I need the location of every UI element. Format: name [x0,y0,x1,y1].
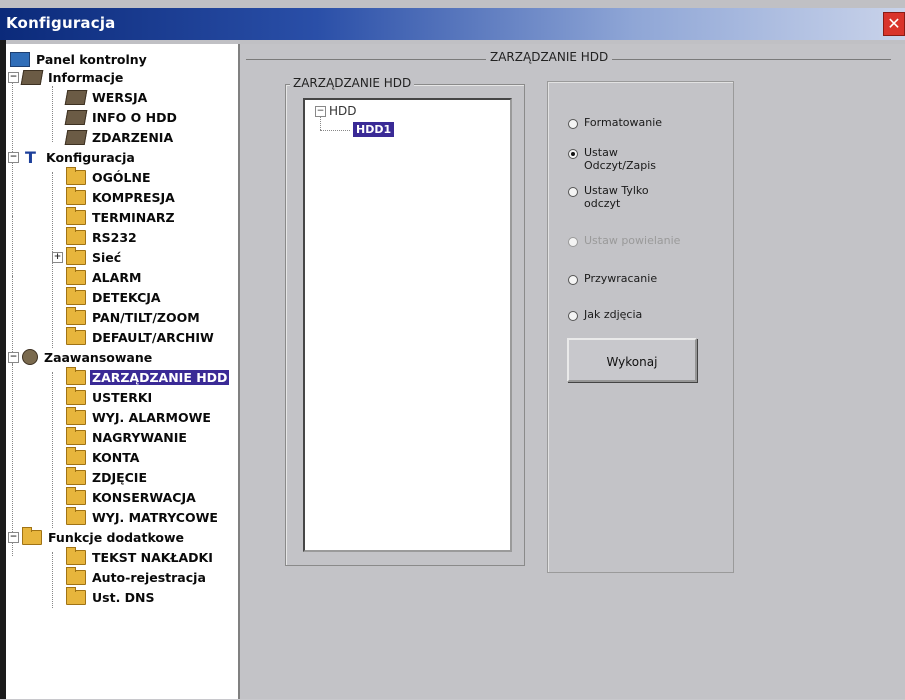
folder-icon [66,366,86,385]
folder-icon [66,586,86,605]
radio-ustaw-tylko-odczyt[interactable]: Ustaw Tylko odczyt [568,184,649,210]
collapse-expander[interactable]: − [8,151,19,163]
hdd-tree: − HDD HDD1 [303,98,512,552]
tree-item-terminarz[interactable]: TERMINARZ [66,206,177,226]
collapse-expander[interactable]: − [8,71,19,83]
tree-item-alarm[interactable]: ALARM [66,266,143,286]
radio-ustaw-powielanie: Ustaw powielanie [568,234,680,247]
folder-icon [66,506,86,525]
collapse-expander[interactable]: − [315,105,326,117]
tree-item-ust-dns[interactable]: Ust. DNS [66,586,157,606]
close-button[interactable]: ✕ [883,12,905,36]
tree-item-detekcja[interactable]: DETEKCJA [66,286,163,306]
folder-icon [66,206,86,225]
notes-icon [64,89,88,105]
folder-icon [66,246,86,265]
tree-item-usterki[interactable]: USTERKI [66,386,154,406]
radio-icon [568,275,578,285]
tree-item-rs232[interactable]: RS232 [66,226,139,246]
tree-item-zdarzenia[interactable]: ZDARZENIA [64,128,175,146]
folder-icon [66,186,86,205]
radio-icon [568,237,578,247]
collapse-expander[interactable]: − [8,351,19,363]
notes-icon [64,109,88,125]
folder-icon [22,526,42,545]
folder-icon [66,226,86,245]
folder-icon [66,286,86,305]
tree-root-panel-kontrolny[interactable]: Panel kontrolny [10,50,149,68]
folder-icon [66,166,86,185]
main-panel: ZARZĄDZANIE HDD ZARZĄDZANIE HDD − HDD HD… [240,44,905,699]
radio-label: Ustaw Tylko odczyt [584,184,649,210]
tree-node-informacje[interactable]: − Informacje [8,68,125,86]
tree-item-ogolne[interactable]: OGÓLNE [66,166,152,186]
folder-icon [66,566,86,585]
notes-icon [20,69,44,85]
tree-item-konserwacja[interactable]: KONSERWACJA [66,486,198,506]
tree-item-default-archiw[interactable]: DEFAULT/ARCHIW [66,326,216,346]
tree-item-info-o-hdd[interactable]: INFO O HDD [64,108,179,126]
notes-icon [64,129,88,145]
tree-item-nagrywanie[interactable]: NAGRYWANIE [66,426,189,446]
folder-icon [66,546,86,565]
tree-node-funkcje-dodatkowe[interactable]: − Funkcje dodatkowe [8,526,186,546]
hdd-tree-item-hdd1[interactable]: HDD1 [353,122,395,137]
tools-icon [22,148,40,167]
tree-item-pan-tilt-zoom[interactable]: PAN/TILT/ZOOM [66,306,202,326]
collapse-expander[interactable]: − [8,531,19,543]
folder-icon [66,406,86,425]
folder-icon [66,426,86,445]
radio-icon [568,311,578,321]
tree-node-konfiguracja[interactable]: − Konfiguracja [8,148,137,167]
gears-icon [22,349,38,365]
radio-icon [568,149,578,159]
radio-jak-zdjecia[interactable]: Jak zdjęcia [568,308,642,321]
tree-item-wersja[interactable]: WERSJA [64,88,149,106]
tree-item-zdjecie[interactable]: ZDJĘCIE [66,466,149,486]
folder-icon [66,466,86,485]
expand-expander[interactable]: + [52,251,63,263]
radio-label: Przywracanie [584,272,658,285]
tree-item-zarzadzanie-hdd[interactable]: ZARZĄDZANIE HDD [66,366,230,386]
navigation-tree: Panel kontrolny − Informacje WERSJA INFO… [6,44,240,699]
radio-przywracanie[interactable]: Przywracanie [568,272,657,285]
title-bar: Konfiguracja ✕ [0,8,905,40]
tree-item-siec[interactable]: + Sieć [52,246,123,266]
tree-node-zaawansowane[interactable]: − Zaawansowane [8,348,154,366]
hdd-root-label: HDD [329,104,357,118]
folder-icon [66,306,86,325]
execute-button[interactable]: Wykonaj [567,338,697,382]
tree-item-auto-rejestracja[interactable]: Auto-rejestracja [66,566,208,586]
folder-icon [66,446,86,465]
hdd-tree-root[interactable]: − HDD [315,104,357,118]
radio-label: Formatowanie [584,116,663,129]
tree-item-konta[interactable]: KONTA [66,446,141,466]
tree-item-wyj-matrycowe[interactable]: WYJ. MATRYCOWE [66,506,220,526]
window-title: Konfiguracja [6,14,116,32]
tree-item-wyj-alarmowe[interactable]: WYJ. ALARMOWE [66,406,213,426]
page-title: ZARZĄDZANIE HDD [486,50,613,64]
radio-icon [568,187,578,197]
config-window: Konfiguracja ✕ Panel kontrolny − Informa… [0,0,905,699]
folder-icon [66,326,86,345]
monitor-icon [10,51,30,67]
radio-icon [568,119,578,129]
radio-label: Ustaw Odczyt/Zapis [584,146,657,172]
folder-icon [66,386,86,405]
radio-ustaw-odczyt-zapis[interactable]: Ustaw Odczyt/Zapis [568,146,656,172]
tree-item-tekst-nakladki[interactable]: TEKST NAKŁADKI [66,546,215,566]
folder-icon [66,266,86,285]
folder-icon [66,486,86,505]
radio-label: Ustaw powielanie [584,234,681,247]
hdd-group-title: ZARZĄDZANIE HDD [290,76,415,90]
radio-label: Jak zdjęcia [584,308,643,321]
tree-item-kompresja[interactable]: KOMPRESJA [66,186,177,206]
radio-formatowanie[interactable]: Formatowanie [568,116,662,129]
